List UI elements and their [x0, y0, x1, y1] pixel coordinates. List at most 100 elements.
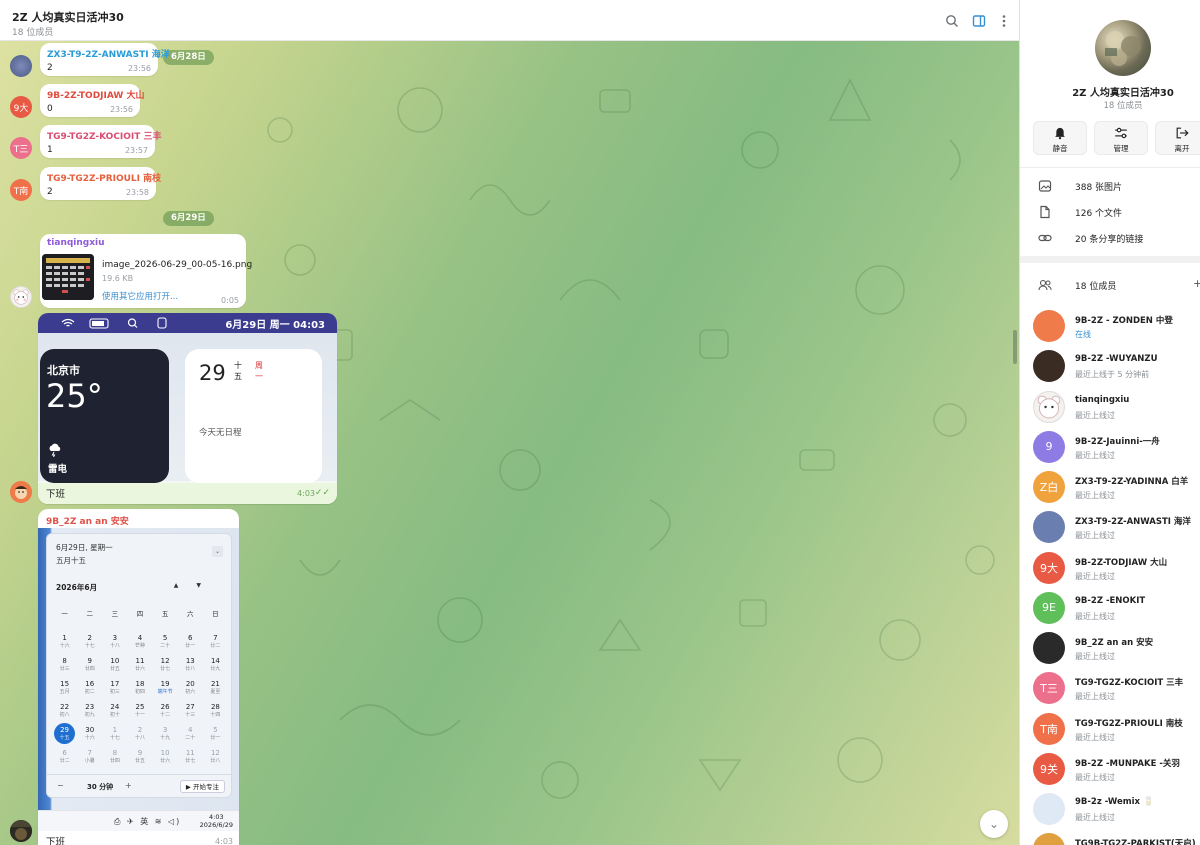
member-item[interactable]: Z白 ZX3-T9-2Z-YADINNA 白羊 最近上线过 — [1020, 469, 1200, 509]
mute-button[interactable]: 静音 — [1033, 121, 1087, 155]
file-name[interactable]: image_2026-06-29_00-05-16.png — [102, 260, 252, 270]
message-sender[interactable]: 9B-2Z-TODJIAW 大山 — [47, 88, 144, 101]
member-name: 9B-2Z-TODJIAW 大山 — [1075, 557, 1168, 568]
avatar[interactable] — [10, 481, 32, 503]
leave-button[interactable]: 离开 — [1155, 121, 1200, 155]
avatar[interactable] — [10, 286, 32, 308]
day-number: 15 — [60, 679, 70, 688]
member-item[interactable]: 9B-2Z - ZONDEN 中登 在线 — [1020, 308, 1200, 348]
message-bubble[interactable]: TG9-TG2Z-KOCIOIT 三丰 1 23:57 — [40, 125, 162, 158]
member-status: 最近上线过 — [1075, 491, 1115, 500]
member-avatar[interactable]: 9关 — [1033, 752, 1065, 785]
member-item[interactable]: TG9B-TG2Z-PARKIST(天启) — [1020, 831, 1200, 845]
avatar[interactable]: T南 — [10, 179, 32, 201]
weather-temperature: 25° — [46, 377, 103, 415]
member-avatar[interactable] — [1033, 632, 1065, 664]
member-item[interactable]: 9关 9B-2Z -MUNPAKE -关羽 最近上线过 — [1020, 751, 1200, 791]
media-photos-row[interactable]: 388 张图片 — [1020, 175, 1200, 197]
day-number: 28 — [210, 702, 220, 711]
avatar[interactable] — [10, 820, 32, 842]
member-avatar[interactable]: 9 — [1033, 430, 1065, 463]
avatar[interactable] — [10, 55, 32, 77]
avatar[interactable]: T三 — [10, 137, 32, 159]
member-item[interactable]: ZX3-T9-2Z-ANWASTI 海洋 最近上线过 — [1020, 509, 1200, 549]
member-item[interactable]: 9B-2z -Wemix 🥛 最近上线过 — [1020, 791, 1200, 831]
member-status: 最近上线过 — [1075, 772, 1115, 782]
photos-count: 388 张图片 — [1075, 183, 1123, 193]
day-number: 7 — [87, 748, 92, 757]
member-item[interactable]: 9B-2Z -WUYANZU 最近上线于 5 分钟前 — [1020, 348, 1200, 388]
file-message-bubble[interactable]: tianqingxiu image_2026-06-29_00-05-16.pn… — [40, 234, 252, 308]
member-avatar[interactable]: 9E — [1033, 591, 1065, 624]
open-with-link[interactable]: 使用其它应用打开... — [102, 290, 178, 302]
calendar-lunar: 十五 — [234, 360, 242, 382]
photo-caption-row: 下班 4:03 ✓✓ — [38, 483, 337, 504]
group-photo-icon — [1105, 31, 1141, 66]
day-lunar: 廿五 — [109, 665, 120, 672]
member-avatar[interactable]: Z白 — [1033, 471, 1065, 503]
sidebar-toggle-icon[interactable] — [972, 14, 986, 28]
member-item[interactable]: 9E 9B-2Z -ENOKIT 最近上线过 — [1020, 590, 1200, 630]
member-item[interactable]: T南 TG9-TG2Z-PRIOULI 南枝 最近上线过 — [1020, 711, 1200, 751]
image-preview-icon — [42, 254, 94, 300]
member-avatar[interactable] — [1033, 310, 1065, 342]
message-bubble[interactable]: ZX3-T9-2Z-ANWASTI 海洋 2 23:56 — [40, 43, 170, 76]
chat-scrollbar[interactable] — [1013, 330, 1017, 364]
search-icon[interactable] — [945, 14, 959, 28]
calendar-day: 7 廿二 — [203, 630, 228, 653]
avatar[interactable]: 9大 — [10, 96, 32, 118]
member-item[interactable]: 9 9B-2Z-Jauinni-一舟 最近上线过 — [1020, 429, 1200, 469]
message-sender[interactable]: TG9-TG2Z-KOCIOIT 三丰 — [47, 129, 162, 142]
chat-header: 2Z 人均真实日活冲30 18 位成员 — [0, 0, 1019, 41]
day-number: 3 — [162, 725, 168, 734]
day-lunar: 廿三 — [59, 665, 70, 672]
message-time: 23:56 — [127, 64, 151, 73]
day-number: 11 — [135, 656, 145, 665]
message-bubble[interactable]: TG9-TG2Z-PRIOULI 南枝 2 23:58 — [40, 167, 161, 200]
calendar-day: 17 初三 — [102, 676, 127, 699]
member-item[interactable]: tianqingxiu 最近上线过 — [1020, 389, 1200, 429]
day-lunar: 廿六 — [134, 665, 145, 672]
manage-button[interactable]: 管理 — [1094, 121, 1148, 155]
member-avatar[interactable]: T三 — [1033, 672, 1065, 705]
message-sender[interactable]: ZX3-T9-2Z-ANWASTI 海洋 — [47, 47, 170, 60]
message-sender[interactable]: 9B_2Z an an 安安 — [46, 514, 129, 527]
files-count: 126 个文件 — [1075, 209, 1123, 219]
member-status: 最近上线过 — [1075, 531, 1115, 541]
member-status: 最近上线过 — [1075, 813, 1115, 822]
calendar-day: 12 廿八 — [203, 745, 228, 768]
media-files-row[interactable]: 126 个文件 — [1020, 201, 1200, 223]
add-member-icon[interactable]: + — [1193, 277, 1200, 290]
media-links-row[interactable]: 20 条分享的链接 — [1020, 227, 1200, 249]
day-number: 9 — [137, 748, 143, 757]
member-item[interactable]: T三 TG9-TG2Z-KOCIOIT 三丰 最近上线过 — [1020, 670, 1200, 710]
plus-icon: + — [125, 781, 132, 790]
member-avatar[interactable] — [1033, 350, 1065, 383]
scroll-to-bottom-button[interactable]: ⌄ — [980, 810, 1008, 838]
chevron-down-icon: ⌄ — [212, 546, 223, 557]
member-avatar[interactable] — [1033, 793, 1065, 825]
message-sender[interactable]: TG9-TG2Z-PRIOULI 南枝 — [47, 171, 161, 184]
member-avatar[interactable]: 9大 — [1033, 551, 1065, 584]
photo-message[interactable]: 6月29日 周一 04:03 北京市 25° 雷电 29 十五 周一 今天无日程… — [38, 313, 337, 504]
day-number: 22 — [60, 702, 70, 711]
chat-area[interactable]: 2Z 人均真实日活冲30 18 位成员 6月28日 6月29日 ZX3-T9-2… — [0, 0, 1019, 845]
member-avatar[interactable]: T南 — [1033, 712, 1065, 745]
day-number: 25 — [135, 702, 145, 711]
file-thumbnail[interactable] — [42, 254, 94, 300]
member-item[interactable]: 9B_2Z an an 安安 最近上线过 — [1020, 630, 1200, 670]
message-bubble[interactable]: 9B-2Z-TODJIAW 大山 0 23:56 — [40, 84, 144, 117]
more-vertical-icon[interactable] — [997, 14, 1011, 28]
member-avatar[interactable] — [1033, 511, 1065, 544]
member-item[interactable]: 9大 9B-2Z-TODJIAW 大山 最近上线过 — [1020, 550, 1200, 590]
message-sender[interactable]: tianqingxiu — [47, 238, 239, 248]
day-number: 27 — [185, 702, 195, 711]
group-avatar[interactable] — [1095, 20, 1151, 76]
calendar-day: 21 夏至 — [203, 676, 228, 699]
day-lunar: 初四 — [134, 688, 145, 695]
member-avatar[interactable] — [1033, 390, 1065, 423]
photo-message[interactable]: 9B_2Z an an 安安 6月29日, 星期一 五月十五 ⌄ 2026年6月… — [38, 509, 239, 845]
chat-title[interactable]: 2Z 人均真实日活冲30 — [12, 9, 124, 25]
calendar-day: 12 廿七 — [153, 653, 178, 676]
member-avatar[interactable] — [1033, 833, 1065, 845]
